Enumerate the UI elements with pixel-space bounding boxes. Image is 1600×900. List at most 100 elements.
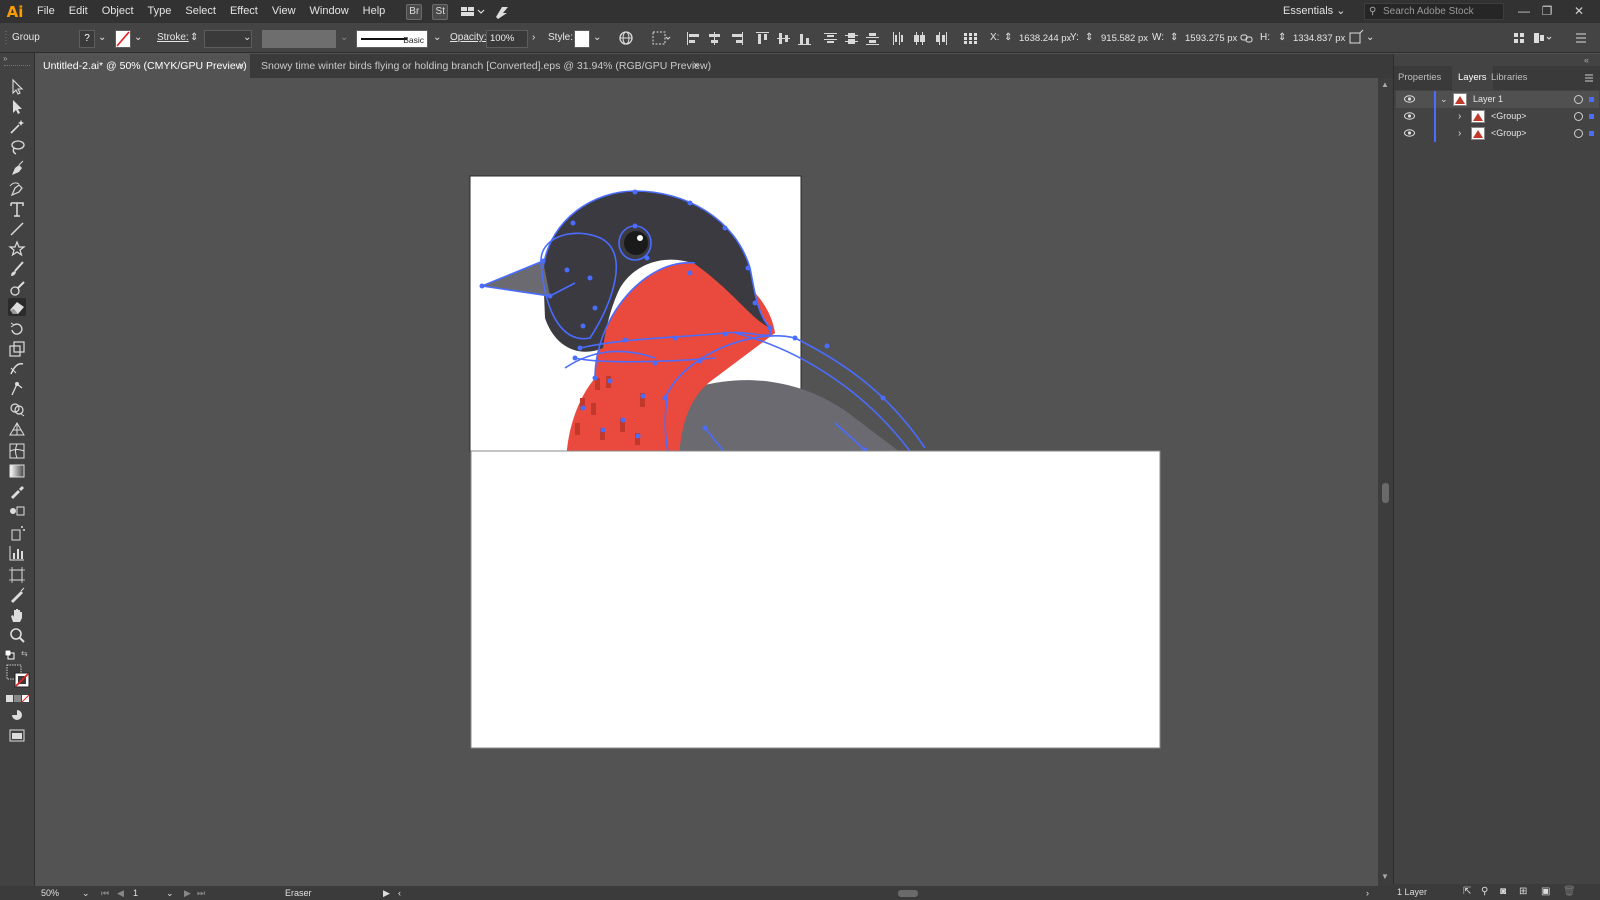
stroke-weight-dropdown-icon[interactable]: ⌄ [243,23,251,53]
transform-options-icon[interactable] [1348,23,1364,53]
scale-icon[interactable] [8,340,26,358]
w-stepper[interactable]: ⇕ [1170,23,1178,53]
visibility-eye-icon[interactable] [1404,112,1415,120]
default-fill-stroke-icon[interactable] [4,649,15,660]
layer-row-group-2[interactable]: › <Group> [1396,125,1599,142]
target-icon[interactable] [1574,112,1583,121]
visibility-eye-icon[interactable] [1404,129,1415,137]
chevron-right-icon[interactable]: › [1458,108,1461,125]
variable-width-profile[interactable] [262,30,336,48]
w-field[interactable]: 1593.275 px [1185,31,1237,47]
draw-mode-icon[interactable] [8,706,26,724]
zoom-icon[interactable] [8,626,26,644]
layer-name[interactable]: Layer 1 [1473,91,1503,108]
scroll-right-icon[interactable]: › [1366,886,1369,900]
align-to-selection-icon[interactable] [651,23,671,53]
gpu-performance-icon[interactable] [493,4,511,20]
visibility-eye-icon[interactable] [1404,95,1415,103]
group-name[interactable]: <Group> [1491,125,1527,142]
layer-row-layer-1[interactable]: ⌄ Layer 1 [1396,91,1599,108]
line-segment-icon[interactable] [8,220,26,238]
eyedropper-icon[interactable] [8,482,26,500]
canvas-area[interactable] [35,78,1378,886]
vertical-scroll-thumb[interactable] [1382,483,1389,503]
minimize-icon[interactable]: — [1513,0,1535,22]
h-field[interactable]: 1334.837 px [1293,31,1345,47]
stroke-weight-stepper[interactable]: ⇕ [190,23,200,53]
fill-dropdown-icon[interactable]: ⌄ [98,23,106,53]
align-top-icon[interactable] [756,32,770,45]
select-similar-icon[interactable] [1532,23,1554,53]
lasso-icon[interactable] [8,138,26,156]
style-dropdown-icon[interactable]: ⌄ [593,23,601,53]
isolate-group-icon[interactable] [1512,23,1526,53]
first-artboard-icon[interactable]: ⏮ [101,886,109,900]
panel-menu-icon[interactable] [1574,23,1588,53]
close-tab-icon[interactable]: × [693,54,699,78]
toolbar-collapse-icon[interactable]: » [3,54,13,63]
align-vertical-center-icon[interactable] [777,32,791,45]
opacity-label[interactable]: Opacity: [450,23,487,53]
graphic-style-swatch[interactable] [574,30,590,48]
mesh-icon[interactable] [8,442,26,460]
tab-untitled-2[interactable]: Untitled-2.ai* @ 50% (CMYK/GPU Preview) [35,54,250,78]
make-clipping-mask-icon[interactable]: ◙ [1500,884,1506,900]
align-bottom-icon[interactable] [798,32,812,45]
constrain-proportions-icon[interactable] [1240,23,1254,53]
brush-dropdown-icon[interactable]: ⌄ [433,23,441,53]
next-artboard-icon[interactable]: ▶ [184,886,191,900]
close-tab-icon[interactable]: × [238,54,244,78]
swap-fill-stroke-icon[interactable]: ⇆ [21,649,31,659]
chevron-down-icon[interactable]: ⌄ [1440,91,1448,108]
stock-icon[interactable]: St [432,3,449,20]
selection-indicator[interactable] [1589,97,1594,102]
warp-icon[interactable] [8,360,26,378]
distribute-vertical-center-icon[interactable] [845,32,859,45]
new-sublayer-icon[interactable]: ⊞ [1519,884,1527,900]
distribute-right-icon[interactable] [934,32,948,45]
puppet-warp-icon[interactable] [8,380,26,398]
star-icon[interactable] [8,240,26,258]
transform-dropdown-icon[interactable]: ⌄ [1366,23,1374,53]
color-mode-icons[interactable] [6,694,30,703]
align-left-icon[interactable] [687,32,701,45]
align-right-icon[interactable] [730,32,744,45]
artboard-number-field[interactable]: 1 ⌄ [128,886,176,900]
x-field[interactable]: 1638.244 px [1019,31,1071,47]
opacity-arrow-icon[interactable]: › [532,23,540,53]
new-layer-icon[interactable]: ▣ [1541,884,1550,900]
horizontal-scroll-thumb[interactable] [898,890,918,897]
gradient-icon[interactable] [8,462,26,480]
fill-swatch[interactable]: ? [79,30,95,48]
eraser-icon[interactable] [8,298,26,316]
locate-object-icon[interactable]: ⚲ [1481,884,1488,900]
tab-layers[interactable]: Layers [1452,66,1493,90]
panel-collapse-icon[interactable]: « [1584,55,1589,65]
chevron-right-icon[interactable]: › [1458,125,1461,142]
blob-brush-icon[interactable] [8,280,26,298]
menu-effect[interactable]: Effect [223,0,265,23]
stroke-swatch[interactable] [115,30,131,48]
previous-artboard-icon[interactable]: ◀ [117,886,124,900]
menu-file[interactable]: File [30,0,62,23]
bridge-icon[interactable]: Br [406,3,423,20]
distribute-left-icon[interactable] [892,32,906,45]
blend-icon[interactable] [8,502,26,520]
perspective-grid-icon[interactable] [8,420,26,438]
rotate-icon[interactable] [8,320,26,338]
curvature-icon[interactable] [8,180,26,198]
menu-object[interactable]: Object [95,0,141,23]
layer-row-group-1[interactable]: › <Group> [1396,108,1599,125]
align-horizontal-center-icon[interactable] [708,32,722,45]
menu-select[interactable]: Select [178,0,223,23]
y-stepper[interactable]: ⇕ [1085,23,1093,53]
delete-layer-icon[interactable]: 🗑 [1563,884,1576,900]
transform-reference-point-icon[interactable] [963,32,979,45]
recolor-artwork-icon[interactable] [618,23,634,53]
menu-view[interactable]: View [265,0,303,23]
target-icon[interactable] [1574,129,1583,138]
selection-indicator[interactable] [1589,131,1594,136]
stock-search-input[interactable]: ⚲ Search Adobe Stock [1364,3,1504,20]
shape-builder-icon[interactable] [8,400,26,418]
zoom-field[interactable]: 50% ⌄ [38,886,93,900]
